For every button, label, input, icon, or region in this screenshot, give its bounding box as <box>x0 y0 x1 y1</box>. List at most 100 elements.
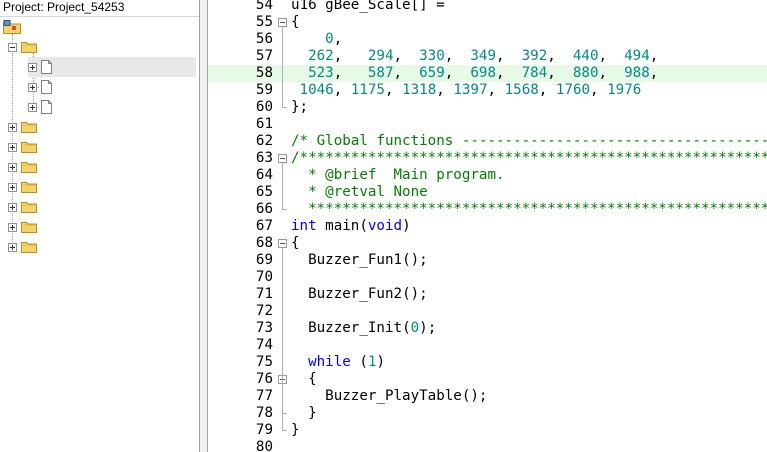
line-number: 66 <box>255 201 273 217</box>
code-line[interactable]: 66 *************************************… <box>208 201 767 218</box>
expand-icon[interactable] <box>8 222 17 232</box>
code-line[interactable]: 76 { <box>208 371 767 388</box>
line-number: 77 <box>255 388 273 404</box>
line-number: 79 <box>255 422 273 438</box>
code-text: 0, <box>325 31 343 47</box>
project-panel-title: Project: Project_54253 <box>0 0 199 17</box>
fold-guide <box>282 163 283 209</box>
code-text: } <box>291 405 317 421</box>
expand-icon[interactable] <box>28 82 37 92</box>
line-number: 75 <box>255 354 273 370</box>
code-line[interactable]: 73 Buzzer_Init(0); <box>208 320 767 337</box>
code-line[interactable]: 61 <box>208 116 767 133</box>
code-text: * @brief Main program. <box>291 167 505 183</box>
folder-icon <box>21 182 37 193</box>
code-text: /* Global functions --------------------… <box>291 133 767 149</box>
line-number: 63 <box>255 150 273 166</box>
file-icon <box>41 60 52 74</box>
fold-collapse-icon[interactable] <box>278 154 287 163</box>
line-number: 60 <box>255 99 273 115</box>
code-line[interactable]: 74 <box>208 337 767 354</box>
code-line[interactable]: 65 * @retval None <box>208 184 767 201</box>
fold-guide-end <box>282 107 287 108</box>
code-text: /***************************************… <box>291 150 767 166</box>
line-number: 57 <box>255 48 273 64</box>
code-line[interactable]: 62 /* Global functions ------------------… <box>208 133 767 150</box>
expand-icon[interactable] <box>8 242 17 252</box>
code-line[interactable]: 78 } <box>208 405 767 422</box>
fold-collapse-icon[interactable] <box>278 239 287 248</box>
tree-group-doc[interactable] <box>8 237 41 257</box>
code-text: int main(void) <box>291 218 411 234</box>
code-text: ****************************************… <box>308 201 767 217</box>
code-line[interactable]: 55 { <box>208 14 767 31</box>
code-line[interactable]: 80 <box>208 439 767 452</box>
folder-icon <box>21 222 37 233</box>
tree-group-utilities[interactable] <box>8 217 41 237</box>
line-number: 68 <box>255 235 273 251</box>
fold-guide <box>282 384 283 413</box>
code-line[interactable]: 56 0, <box>208 31 767 48</box>
tree-file-ht32f5xxxx_01_it-c[interactable] <box>28 77 61 97</box>
line-number: 65 <box>255 184 273 200</box>
line-number: 64 <box>255 167 273 183</box>
expand-icon[interactable] <box>28 102 37 112</box>
code-line[interactable]: 60}; <box>208 99 767 116</box>
code-line[interactable]: 79} <box>208 422 767 439</box>
folder-icon <box>21 242 37 253</box>
line-number: 67 <box>255 218 273 234</box>
code-line[interactable]: 71 Buzzer_Fun2(); <box>208 286 767 303</box>
tree-file-main-c[interactable] <box>28 57 196 77</box>
code-line[interactable]: 64 * @brief Main program. <box>208 167 767 184</box>
tree-group-user[interactable] <box>8 37 41 57</box>
code-text: } <box>291 422 300 438</box>
fold-guide <box>282 27 283 107</box>
tree-file-buzzer_pwm-c[interactable] <box>28 97 61 117</box>
code-line[interactable]: 54 u16 gBee_Scale[] = <box>208 0 767 14</box>
expand-icon[interactable] <box>8 122 17 132</box>
expand-icon[interactable] <box>8 162 17 172</box>
code-line[interactable]: 67 int main(void) <box>208 218 767 235</box>
code-text: 1046, 1175, 1318, 1397, 1568, 1760, 1976 <box>299 82 642 98</box>
tree-group-library[interactable] <box>8 177 41 197</box>
tree-group-cmsis[interactable] <box>8 137 41 157</box>
code-text: Buzzer_Fun1(); <box>308 252 428 268</box>
code-editor[interactable]: 54 u16 gBee_Scale[] = 55{56 0, 57 262, 294,… <box>208 0 767 452</box>
tree-group-mdk-arm[interactable] <box>8 157 41 177</box>
expand-icon[interactable] <box>28 62 37 72</box>
expand-icon[interactable] <box>8 202 17 212</box>
code-text: 262, 294, 330, 349, 392, 440, 494, <box>308 48 659 64</box>
line-number: 62 <box>255 133 273 149</box>
code-line[interactable]: 58 523, 587, 659, 698, 784, 880, 988, <box>208 65 767 82</box>
tree-target[interactable] <box>3 17 25 37</box>
code-line[interactable]: 70 <box>208 269 767 286</box>
line-number: 55 <box>255 14 273 30</box>
line-number: 58 <box>255 65 273 81</box>
folder-icon <box>21 162 37 173</box>
code-line[interactable]: 68 { <box>208 235 767 252</box>
line-number: 61 <box>255 116 273 132</box>
code-line[interactable]: 69 Buzzer_Fun1(); <box>208 252 767 269</box>
code-line[interactable]: 57 262, 294, 330, 349, 392, 440, 494, <box>208 48 767 65</box>
line-number: 73 <box>255 320 273 336</box>
file-icon <box>41 80 52 94</box>
code-line[interactable]: 77 Buzzer_PlayTable(); <box>208 388 767 405</box>
expand-icon[interactable] <box>8 182 17 192</box>
code-text: * @retval None <box>291 184 428 200</box>
panel-splitter[interactable] <box>200 0 208 452</box>
code-text: Buzzer_Init(0); <box>308 320 437 336</box>
tree-group-retarget[interactable] <box>8 197 41 217</box>
fold-collapse-icon[interactable] <box>278 18 287 27</box>
tree-group-config[interactable] <box>8 117 41 137</box>
code-line[interactable]: 72 <box>208 303 767 320</box>
line-number: 69 <box>255 252 273 268</box>
code-text: Buzzer_PlayTable(); <box>325 388 488 404</box>
folder-icon <box>21 142 37 153</box>
collapse-icon[interactable] <box>8 42 17 52</box>
code-line[interactable]: 75 while (1) <box>208 354 767 371</box>
line-number: 56 <box>255 31 273 47</box>
code-line[interactable]: 63 /*************************************… <box>208 150 767 167</box>
expand-icon[interactable] <box>8 142 17 152</box>
line-number: 71 <box>255 286 273 302</box>
code-line[interactable]: 59 1046, 1175, 1318, 1397, 1568, 1760, 1… <box>208 82 767 99</box>
